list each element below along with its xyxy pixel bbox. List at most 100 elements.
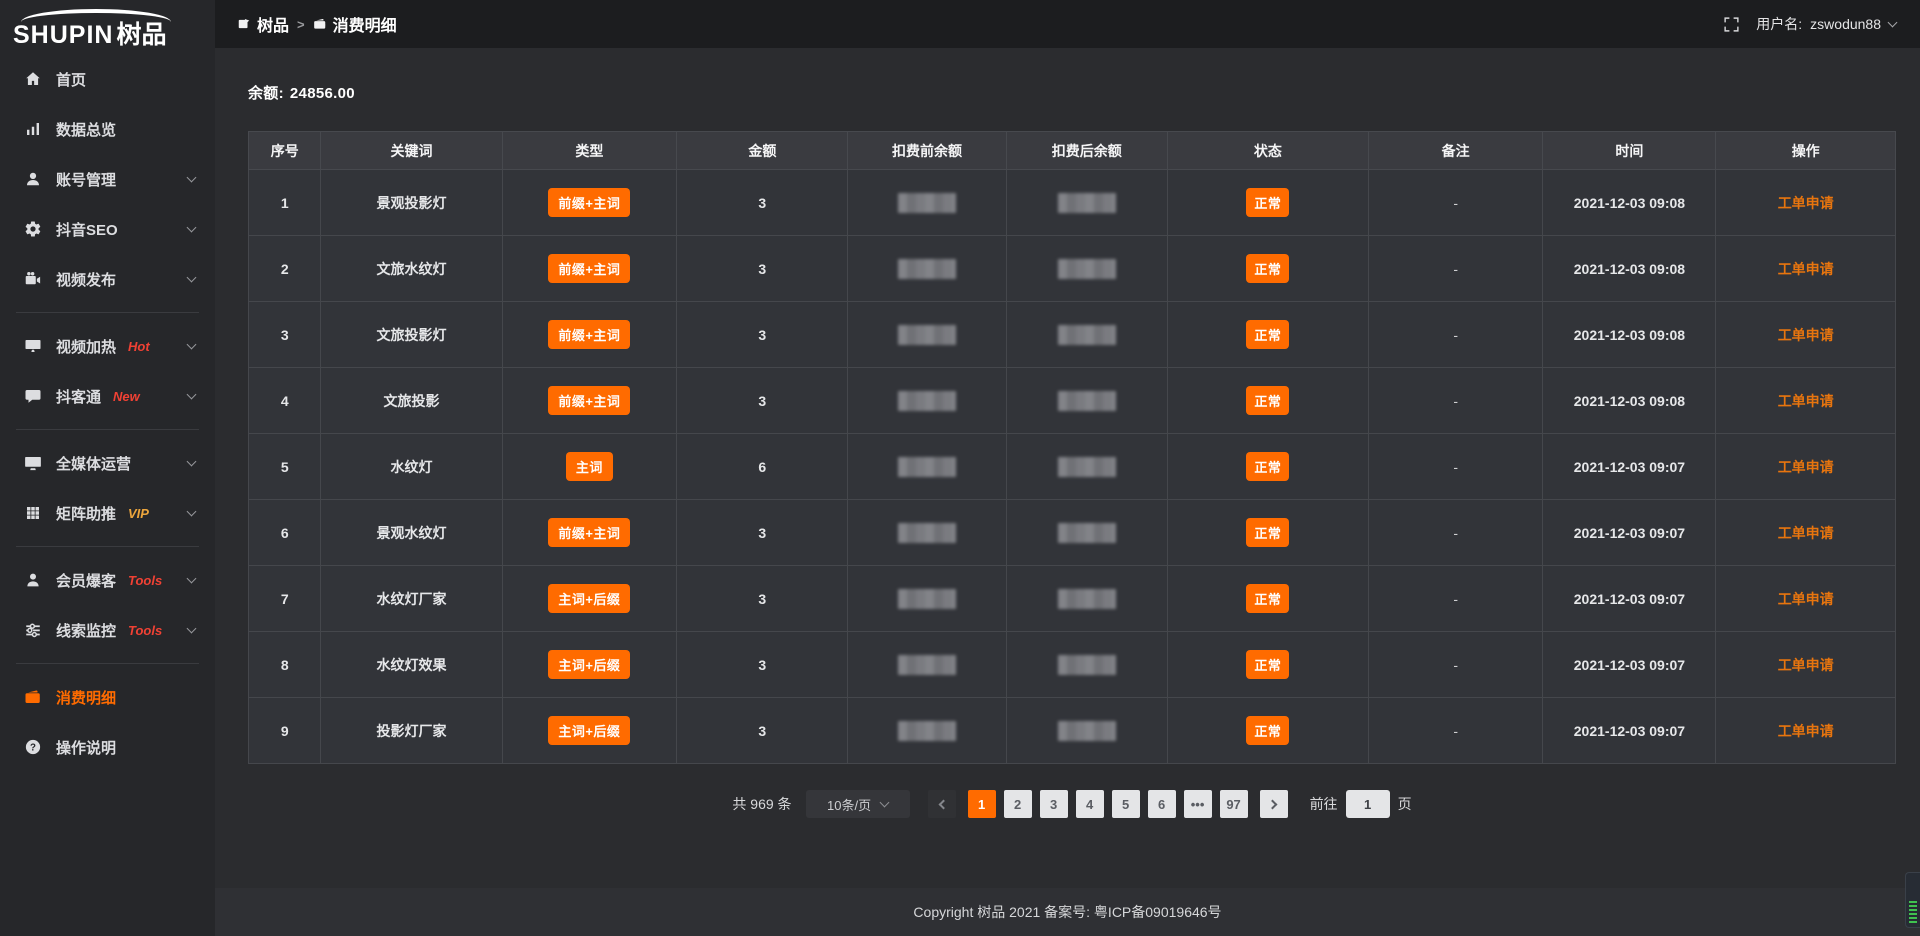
breadcrumb-home[interactable]: 树品 [237, 12, 289, 36]
goto-page-input[interactable]: 1 [1346, 790, 1390, 818]
question-icon [24, 738, 42, 756]
cell-remark: - [1368, 302, 1543, 368]
cell-balance-before [848, 500, 1006, 566]
sidebar-item-badge: Tools [128, 573, 162, 588]
logo-text-cn: 树品 [116, 21, 166, 49]
status-badge: 正常 [1246, 452, 1289, 481]
page-3[interactable]: 3 [1040, 790, 1068, 818]
sidebar-item-video-publish[interactable]: 视频发布 [0, 254, 215, 304]
sidebar-nav: 首页 数据总览 账号管理 抖音SE [0, 54, 215, 772]
sidebar-item-badge: New [113, 389, 140, 404]
cell-index: 8 [249, 632, 321, 698]
sidebar-item-member-burst[interactable]: 会员爆客 Tools [0, 555, 215, 605]
cell-keyword: 水纹灯 [321, 434, 502, 500]
cell-balance-before [848, 434, 1006, 500]
arrow-right-icon [1267, 799, 1277, 809]
sidebar-item-home[interactable]: 首页 [0, 54, 215, 104]
cell-status: 正常 [1167, 368, 1368, 434]
cell-type: 前缀+主词 [502, 236, 677, 302]
cell-remark: - [1368, 698, 1543, 764]
work-order-link[interactable]: 工单申请 [1778, 195, 1834, 211]
pagination: 共 969 条 10条/页 1 2 3 4 5 6 ••• 97 [248, 790, 1896, 818]
sidebar-item-video-heat[interactable]: 视频加热 Hot [0, 321, 215, 371]
table-header-cell: 扣费前余额 [848, 132, 1006, 170]
sidebar-item-account[interactable]: 账号管理 [0, 154, 215, 204]
page-1[interactable]: 1 [968, 790, 996, 818]
cell-type: 主词+后缀 [502, 566, 677, 632]
work-order-link[interactable]: 工单申请 [1778, 591, 1834, 607]
cell-balance-after [1006, 500, 1167, 566]
work-order-link[interactable]: 工单申请 [1778, 393, 1834, 409]
page-4[interactable]: 4 [1076, 790, 1104, 818]
fullscreen-icon[interactable] [1723, 16, 1740, 33]
type-badge: 主词+后缀 [548, 584, 630, 613]
user-menu[interactable]: 用户名: zswodun88 [1756, 14, 1896, 34]
status-badge: 正常 [1246, 584, 1289, 613]
page-97[interactable]: 97 [1220, 790, 1248, 818]
cell-remark: - [1368, 170, 1543, 236]
sidebar-item-douketong[interactable]: 抖客通 New [0, 371, 215, 421]
sidebar-item-clue-monitor[interactable]: 线索监控 Tools [0, 605, 215, 655]
cell-index: 1 [249, 170, 321, 236]
work-order-link[interactable]: 工单申请 [1778, 459, 1834, 475]
status-badge: 正常 [1246, 518, 1289, 547]
home-icon [24, 70, 42, 88]
sidebar-item-matrix-boost[interactable]: 矩阵助推 VIP [0, 488, 215, 538]
balance-value: 24856.00 [290, 85, 355, 102]
table-row: 9 投影灯厂家 主词+后缀 3 正常 - 2021-12-03 09:07 工单… [249, 698, 1896, 764]
work-order-link[interactable]: 工单申请 [1778, 723, 1834, 739]
sidebar-item-label: 视频发布 [56, 269, 116, 290]
sidebar: SHUPIN树品 首页 数据总览 账号管理 [0, 0, 215, 936]
cell-keyword: 景观水纹灯 [321, 500, 502, 566]
sidebar-item-label: 全媒体运营 [56, 453, 131, 474]
cell-index: 4 [249, 368, 321, 434]
cell-amount: 3 [677, 500, 848, 566]
cell-type: 前缀+主词 [502, 500, 677, 566]
page-2[interactable]: 2 [1004, 790, 1032, 818]
work-order-link[interactable]: 工单申请 [1778, 657, 1834, 673]
footer: Copyright 树品 2021 备案号: 粤ICP备09019646号 [215, 888, 1920, 936]
floating-widget[interactable] [1905, 872, 1920, 928]
sidebar-item-consume-detail[interactable]: 消费明细 [0, 672, 215, 722]
next-page-button[interactable] [1260, 790, 1288, 818]
sidebar-item-douyin-seo[interactable]: 抖音SEO [0, 204, 215, 254]
cell-balance-after [1006, 566, 1167, 632]
chevron-down-icon [880, 797, 890, 807]
table-row: 7 水纹灯厂家 主词+后缀 3 正常 - 2021-12-03 09:07 工单… [249, 566, 1896, 632]
page-size-select[interactable]: 10条/页 [806, 790, 910, 818]
topbar: 树品 > 消费明细 用户名: zswodun88 [215, 0, 1920, 48]
cell-keyword: 文旅投影灯 [321, 302, 502, 368]
cell-action: 工单申请 [1716, 632, 1896, 698]
chevron-down-icon [187, 272, 197, 282]
sidebar-item-data-overview[interactable]: 数据总览 [0, 104, 215, 154]
chevron-down-icon [187, 506, 197, 516]
table-header-cell: 备注 [1368, 132, 1543, 170]
status-badge: 正常 [1246, 716, 1289, 745]
cell-amount: 3 [677, 632, 848, 698]
sliders-icon [24, 621, 42, 639]
work-order-link[interactable]: 工单申请 [1778, 327, 1834, 343]
prev-page-button[interactable] [928, 790, 956, 818]
work-order-link[interactable]: 工单申请 [1778, 261, 1834, 277]
table-header-cell: 类型 [502, 132, 677, 170]
page-5[interactable]: 5 [1112, 790, 1140, 818]
cell-balance-after [1006, 302, 1167, 368]
cell-status: 正常 [1167, 170, 1368, 236]
table-header-cell: 时间 [1543, 132, 1716, 170]
sidebar-item-help[interactable]: 操作说明 [0, 722, 215, 772]
work-order-link[interactable]: 工单申请 [1778, 525, 1834, 541]
cell-index: 3 [249, 302, 321, 368]
sidebar-item-badge: Hot [128, 339, 150, 354]
cell-balance-before [848, 632, 1006, 698]
page-size-value: 10条/页 [827, 795, 871, 814]
sidebar-item-media-ops[interactable]: 全媒体运营 [0, 438, 215, 488]
page-6[interactable]: 6 [1148, 790, 1176, 818]
table-header-cell: 序号 [249, 132, 321, 170]
table-header-cell: 扣费后余额 [1006, 132, 1167, 170]
page-ellipsis[interactable]: ••• [1184, 790, 1212, 818]
cell-status: 正常 [1167, 434, 1368, 500]
cell-amount: 3 [677, 170, 848, 236]
bar-chart-icon [24, 120, 42, 138]
breadcrumb-current[interactable]: 消费明细 [313, 12, 397, 36]
cell-action: 工单申请 [1716, 236, 1896, 302]
